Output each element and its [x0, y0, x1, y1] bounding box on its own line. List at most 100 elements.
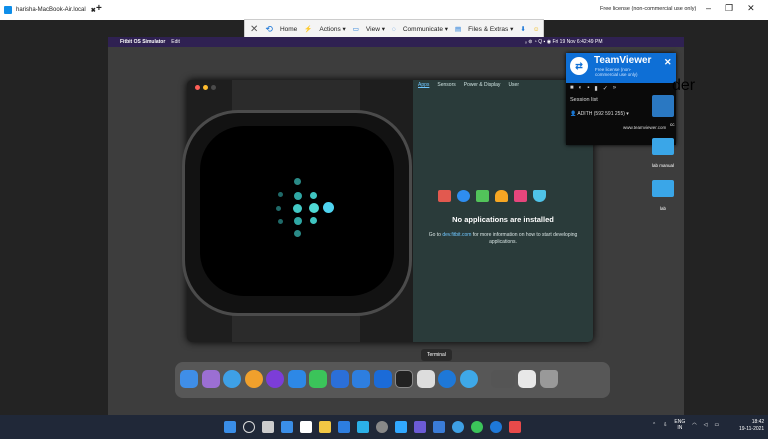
search-icon[interactable]	[243, 421, 255, 433]
lang-bottom: IN	[677, 425, 683, 431]
taskbar-icons	[224, 421, 521, 433]
file-explorer-icon[interactable]	[319, 421, 331, 433]
launchpad-icon[interactable]	[201, 370, 220, 388]
app-taskbar-icon[interactable]	[414, 421, 426, 433]
emoji-icon[interactable]: ☺	[533, 26, 540, 33]
no-apps-title: No applications are installed	[452, 215, 554, 224]
watch-screen[interactable]	[200, 126, 394, 296]
red-app-icon[interactable]	[509, 421, 521, 433]
whatsapp-taskbar-icon[interactable]	[471, 421, 483, 433]
store-icon[interactable]	[357, 421, 369, 433]
terminal-icon[interactable]	[395, 370, 413, 388]
vscode-taskbar-icon[interactable]	[338, 421, 350, 433]
car-icon	[514, 190, 527, 202]
start-icon[interactable]	[224, 421, 236, 433]
view-menu[interactable]: View ▾	[366, 25, 385, 33]
new-tab-button[interactable]: +	[96, 3, 102, 14]
tab-sensors[interactable]: Sensors	[437, 82, 455, 88]
chat-icon	[476, 190, 489, 202]
folder-icon[interactable]	[652, 138, 674, 155]
desktop-document-icon[interactable]	[652, 95, 674, 117]
edge-icon[interactable]	[452, 421, 464, 433]
session-tab[interactable]: harisha-MacBook-Air.local ✖	[4, 3, 96, 17]
finder-icon[interactable]	[180, 370, 198, 388]
teamviewer-url[interactable]: www.teamviewer.com	[623, 125, 666, 130]
license-text: Free license (non-commercial use only)	[600, 6, 697, 12]
app-store-icon[interactable]	[287, 370, 306, 388]
close-tab-icon[interactable]: ✖	[91, 7, 96, 14]
dock-tooltip: Terminal	[421, 349, 452, 361]
chrome-icon[interactable]	[244, 370, 263, 388]
files-extras-menu[interactable]: Files & Extras ▾	[468, 25, 513, 33]
teamviewer-app-icon[interactable]	[438, 370, 456, 388]
popup-close-icon[interactable]: ✕	[664, 57, 672, 68]
home-button[interactable]: Home	[280, 26, 297, 33]
teamviewer-taskbar-icon[interactable]	[490, 421, 502, 433]
app-menu[interactable]: Fitbit OS Simulator	[120, 39, 165, 45]
usb-icon[interactable]: ⇩	[663, 422, 667, 428]
dock-items	[180, 370, 558, 388]
settings-icon[interactable]	[376, 421, 388, 433]
minimize-button[interactable]: –	[706, 3, 711, 14]
cloud-icon	[495, 190, 508, 202]
widgets-icon[interactable]	[281, 421, 293, 433]
check-icon[interactable]: ✓	[603, 85, 608, 92]
chevron-up-icon[interactable]: ⌃	[652, 422, 656, 428]
wifi-icon[interactable]: ◠	[692, 422, 696, 428]
app-category-icons	[438, 190, 546, 202]
video-icon[interactable]: ■	[570, 85, 574, 92]
xcode-icon[interactable]	[373, 370, 392, 388]
session-list-label[interactable]: Session list	[570, 97, 598, 103]
folder-icon[interactable]	[652, 180, 674, 197]
more-icon[interactable]: »	[613, 85, 616, 92]
file-icon[interactable]: ▮	[594, 85, 597, 92]
whatsapp-icon[interactable]	[309, 370, 327, 388]
monitor-icon: ▭	[352, 26, 359, 33]
trash-icon[interactable]	[539, 370, 558, 388]
task-view-icon[interactable]	[262, 421, 274, 433]
window-controls: – ❐ ✕	[706, 3, 755, 14]
audio-icon[interactable]: ◐	[579, 85, 583, 92]
chat-taskbar-icon[interactable]	[300, 421, 312, 433]
user-icon: 👤	[570, 111, 577, 117]
volume-icon[interactable]: ◁	[704, 422, 708, 428]
fitbit-icon[interactable]	[459, 370, 478, 388]
zoom-dot[interactable]	[211, 85, 216, 90]
restore-button[interactable]: ❐	[725, 3, 733, 14]
battery-icon[interactable]: ▭	[714, 422, 719, 428]
language-indicator[interactable]: ENG IN	[674, 419, 685, 431]
screenshot-icon[interactable]	[416, 370, 435, 388]
edit-menu[interactable]: Edit	[171, 39, 180, 45]
teamviewer-dock-icon[interactable]	[330, 370, 349, 388]
minimize-dot[interactable]	[203, 85, 208, 90]
document-taskbar-icon[interactable]	[433, 421, 445, 433]
podcasts-icon[interactable]	[266, 370, 284, 388]
communicate-menu[interactable]: Communicate ▾	[403, 25, 448, 33]
tab-user[interactable]: User	[508, 82, 519, 88]
download-icon[interactable]: ⬇	[520, 25, 525, 33]
tab-apps[interactable]: Apps	[418, 82, 429, 88]
clock-date: 19-11-2021	[739, 426, 765, 432]
remote-toolbar: ✕ ⟲ Home ⚡ Actions ▾ ▭ View ▾ ◌ Communic…	[244, 19, 544, 39]
tab-power-display[interactable]: Power & Display	[464, 82, 501, 88]
mac-status-items: ₒ ⊚ ◔ Q ▪ ◉ Fri 19 Nov 6:42:49 PM	[525, 39, 603, 45]
close-window-button[interactable]: ✕	[747, 3, 755, 14]
actions-menu[interactable]: Actions ▾	[319, 25, 345, 33]
fitbit-dev-link[interactable]: dev.fitbit.com	[442, 232, 471, 238]
chat-icon: ◌	[391, 25, 396, 33]
popup-action-icons: ■ ◐ ▪ ▮ ✓ »	[570, 85, 616, 92]
safari-icon[interactable]	[223, 370, 241, 388]
hint-suffix: for more information on how to start dev…	[471, 232, 578, 245]
session-user[interactable]: 👤 ADITH (592 591 255) ▾	[570, 111, 629, 117]
image-icon	[438, 190, 451, 202]
chat-bubble-icon[interactable]: ▪	[587, 85, 589, 92]
recent-window-icon[interactable]	[490, 370, 515, 388]
taskbar-clock[interactable]: 18:42 19-11-2021	[739, 419, 764, 433]
photoshop-icon[interactable]	[395, 421, 407, 433]
system-tray: ⌃ ⇩ ENG IN ◠ ◁ ▭	[652, 419, 719, 431]
close-session-icon[interactable]: ✕	[250, 24, 258, 35]
close-dot[interactable]	[195, 85, 200, 90]
no-apps-hint: Go to dev.fitbit.com for more informatio…	[422, 232, 584, 246]
document-icon[interactable]	[518, 370, 536, 388]
vscode-icon[interactable]	[352, 370, 370, 388]
